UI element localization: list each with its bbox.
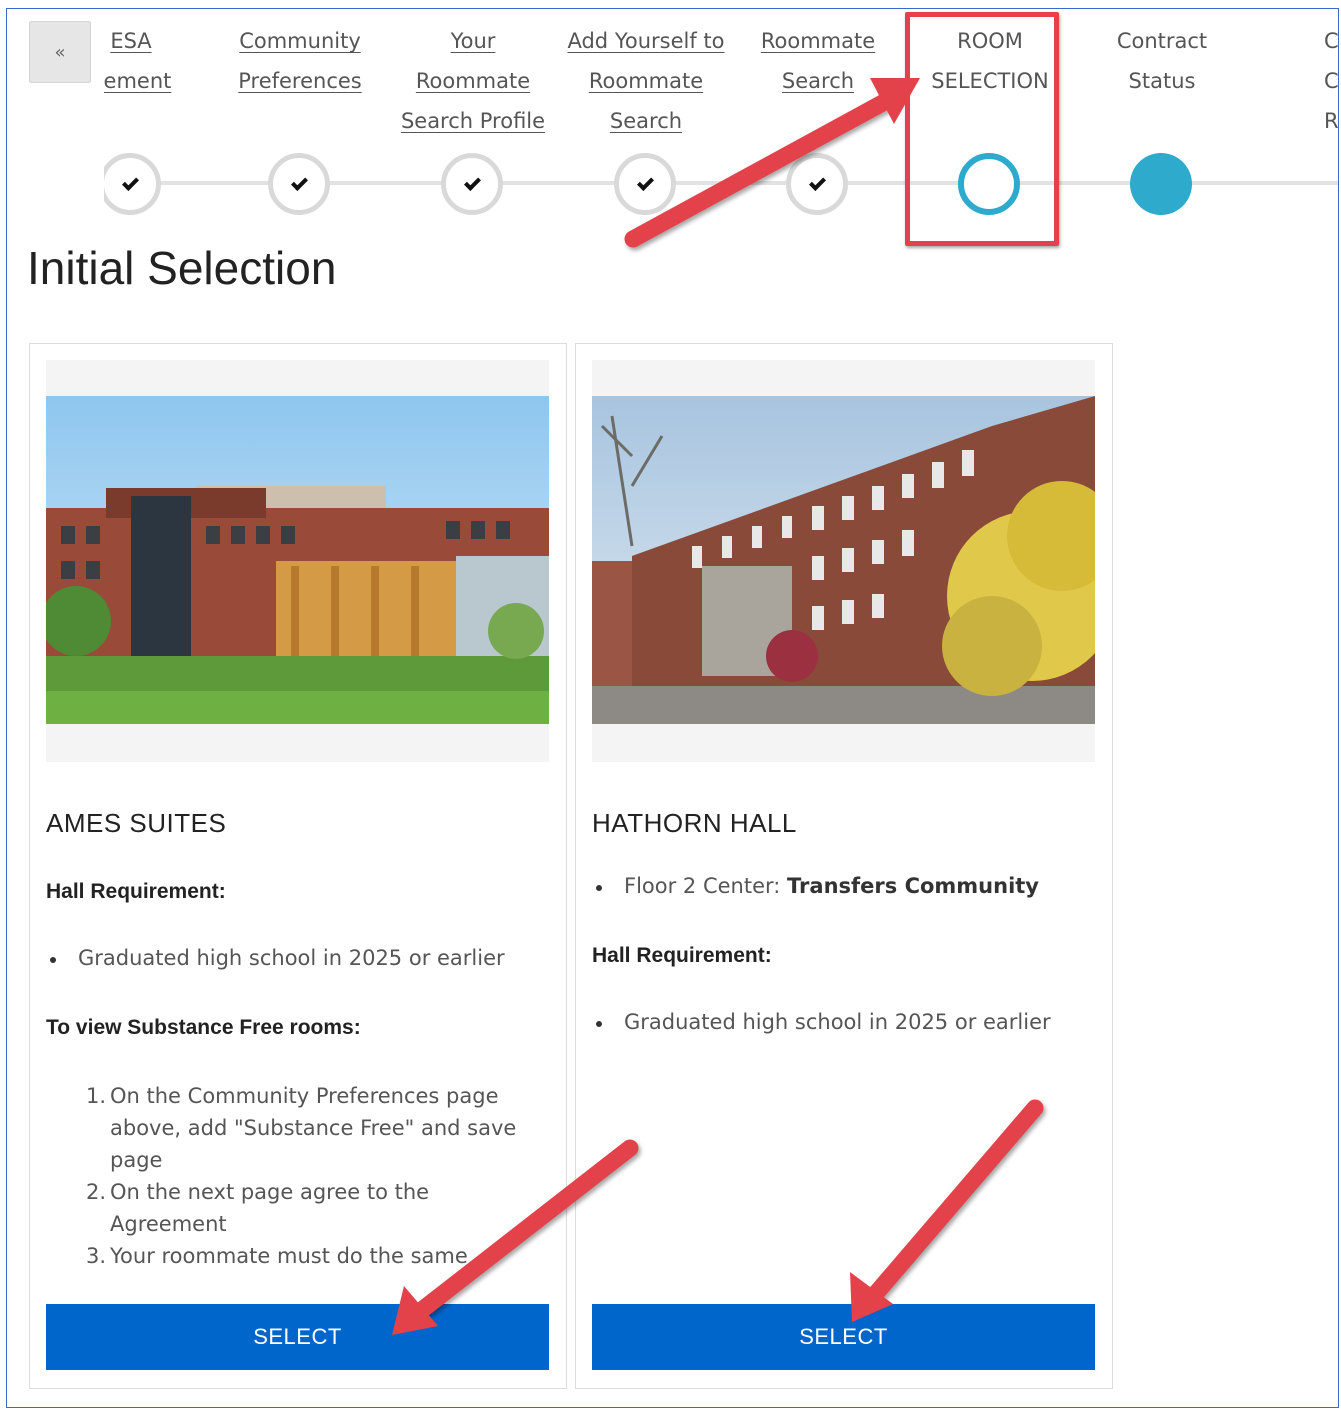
step-complete-indicator [104,153,161,215]
step-complete-indicator [441,153,503,215]
hall-name: HATHORN HALL [592,808,797,838]
substance-free-heading: To view Substance Free rooms: [46,1016,361,1039]
step-label-line: ESA [110,29,152,53]
hall-photo [592,396,1095,724]
annotation-highlight-box [905,12,1059,246]
list-item: 1. On the Community Preferences page abo… [70,1080,550,1176]
select-hathorn-hall-button[interactable]: SELECT [592,1304,1095,1370]
substance-free-steps: 1. On the Community Preferences page abo… [70,1080,550,1272]
checkmark-icon [463,173,481,191]
progress-stepper: ESA eement Community Preferences Your Ro… [104,9,1338,229]
collapse-stepper-button[interactable]: « [29,21,91,83]
step-label-line: eement [104,69,172,93]
list-item: 2. On the next page agree to the Agreeme… [70,1176,550,1240]
step-label-line: Preferences [238,69,362,93]
list-item: 3. Your roommate must do the same [70,1240,550,1272]
step-label-line: Requ [1324,109,1338,133]
hall-requirement-heading: Hall Requirement: [592,944,772,967]
step-label-line: Your [450,29,496,53]
step-label-line: Status [1128,69,1196,93]
double-chevron-left-icon: « [54,41,66,63]
hall-name: AMES SUITES [46,808,227,838]
hall-card-hathorn-hall: HATHORN HALL Floor 2 Center: Transfers C… [575,343,1113,1389]
step-complete-indicator [786,153,848,215]
step-label-line: Roommate [415,69,531,93]
step-label-line: Contract [1116,29,1208,53]
select-ames-suites-button[interactable]: SELECT [46,1304,549,1370]
step-esa-agreement[interactable]: ESA eement [104,9,221,229]
list-number: 1. [85,1084,106,1108]
step-label-line: Roommate [760,29,876,53]
step-label-line: Search Profile [400,109,546,133]
step-label-line: Add Yourself to [567,29,725,53]
hall-requirement-item: Graduated high school in 2025 or earlier [596,1010,1051,1034]
step-add-yourself-to-roommate-search[interactable]: Add Yourself to Roommate Search [556,9,736,229]
community-floor-label: Floor 2 Center: [624,874,788,898]
step-label-line: Search [781,69,855,93]
list-item-text: On the next page agree to the Agreement [110,1180,430,1236]
building-photo-icon [592,396,1095,724]
step-label-line: Canc [1324,29,1338,53]
step-cancel-contract-request[interactable]: Canc Contr Requ [1244,9,1338,229]
step-label-line: Search [609,109,683,133]
step-label-line: Community [239,29,361,53]
community-item: Floor 2 Center: Transfers Community [595,874,1040,898]
checkmark-icon [808,173,826,191]
step-label-line: Contr [1324,69,1338,93]
step-roommate-search-profile[interactable]: Your Roommate Search Profile [383,9,563,229]
step-contract-status[interactable]: Contract Status [1072,9,1252,229]
checkmark-icon [290,173,308,191]
hall-photo-frame [592,360,1095,762]
checkmark-icon [121,173,139,191]
list-item-text: Your roommate must do the same [110,1244,468,1268]
list-number: 3. [85,1244,106,1268]
step-label-line: Roommate [588,69,704,93]
app-frame: « ESA eement Community Preferences Your … [6,8,1339,1408]
list-number: 2. [85,1180,106,1204]
step-roommate-search[interactable]: Roommate Search [728,9,908,229]
step-complete-indicator [268,153,330,215]
step-upcoming-indicator [1130,153,1192,215]
hall-photo [46,396,549,724]
checkmark-icon [636,173,654,191]
page-title: Initial Selection [27,242,337,294]
hall-card-ames-suites: AMES SUITES Hall Requirement: Graduated … [29,343,567,1389]
step-community-preferences[interactable]: Community Preferences [210,9,390,229]
hall-requirement-item: Graduated high school in 2025 or earlier [50,946,505,970]
hall-photo-frame [46,360,549,762]
community-name: Transfers Community [787,874,1040,898]
step-complete-indicator [614,153,676,215]
list-item-text: On the Community Preferences page above,… [110,1084,517,1172]
hall-requirement-heading: Hall Requirement: [46,880,226,903]
building-photo-icon [46,396,549,724]
